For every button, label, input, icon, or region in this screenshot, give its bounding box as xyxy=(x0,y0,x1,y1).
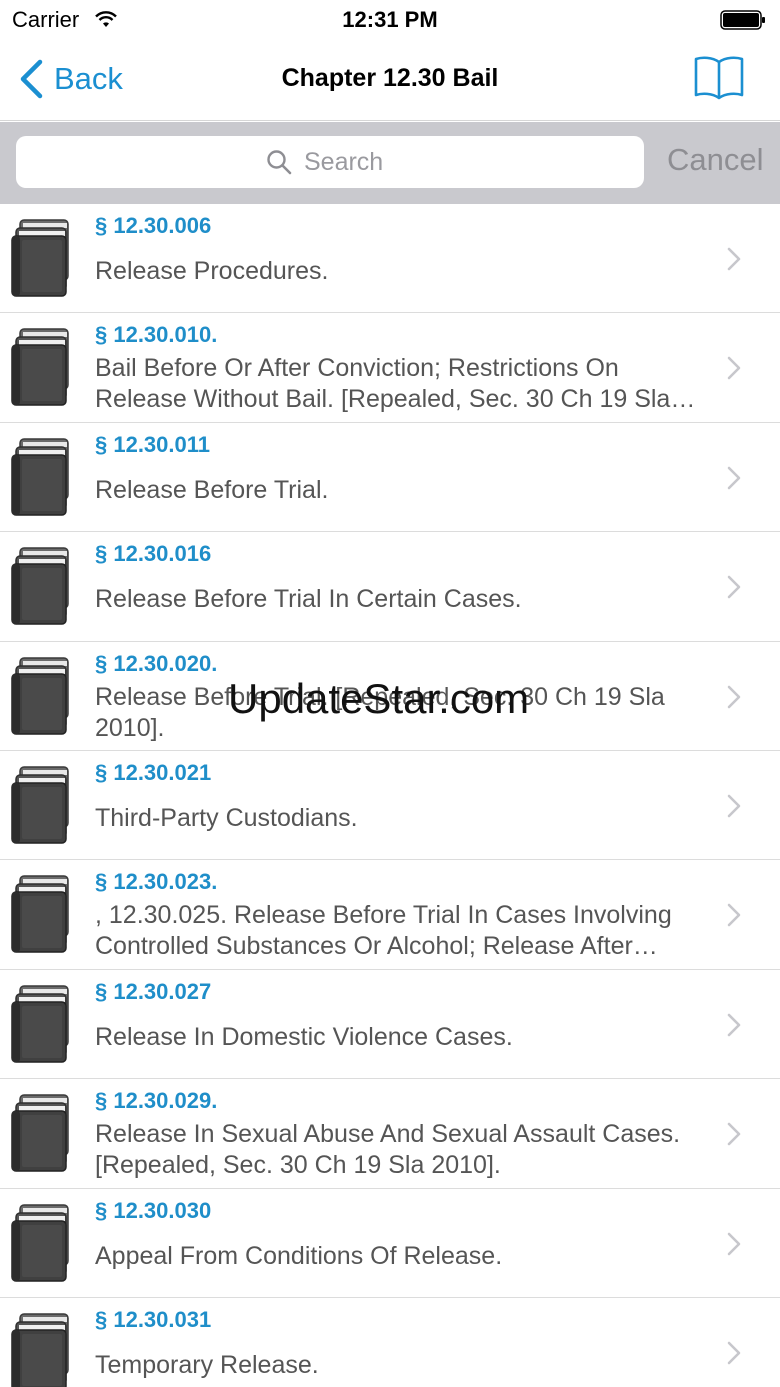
books-icon xyxy=(11,1203,69,1282)
list-item[interactable]: § 12.30.029. Release In Sexual Abuse And… xyxy=(0,1079,780,1189)
section-title: Release Before Trial. xyxy=(95,475,329,504)
navigation-bar: Back Chapter 12.30 Bail xyxy=(0,40,780,121)
list-item[interactable]: § 12.30.011 Release Before Trial. xyxy=(0,422,780,533)
search-field[interactable] xyxy=(16,136,644,188)
search-bar: Cancel xyxy=(0,122,780,204)
books-icon xyxy=(11,875,69,954)
cancel-button[interactable]: Cancel xyxy=(667,142,764,178)
section-list: § 12.30.006 Release Procedures. § 12.30.… xyxy=(0,204,780,1387)
chevron-right-icon xyxy=(727,1122,741,1146)
books-icon xyxy=(11,1094,69,1172)
book-icon[interactable] xyxy=(694,54,744,100)
list-item[interactable]: § 12.30.030 Appeal From Conditions Of Re… xyxy=(0,1188,780,1298)
clock-time: 12:31 PM xyxy=(342,7,438,32)
list-item[interactable]: § 12.30.023. , 12.30.025. Release Before… xyxy=(0,860,780,970)
section-title: Third-Party Custodians. xyxy=(95,803,358,832)
list-item[interactable]: § 12.30.031 Temporary Release. xyxy=(0,1297,780,1387)
chevron-right-icon xyxy=(727,794,741,818)
list-item[interactable]: § 12.30.020. Release Before Trial. [Repe… xyxy=(0,641,780,751)
chevron-right-icon xyxy=(727,357,741,380)
battery-icon xyxy=(720,10,765,30)
chevron-right-icon xyxy=(727,1232,741,1255)
section-number: § 12.30.027 xyxy=(95,978,212,1004)
section-title: Appeal From Conditions Of Release. xyxy=(95,1241,503,1270)
search-input[interactable] xyxy=(304,147,394,177)
section-number: § 12.30.029. xyxy=(95,1088,218,1114)
books-icon xyxy=(11,984,69,1063)
chevron-right-icon xyxy=(727,904,741,927)
books-icon xyxy=(11,656,69,735)
books-icon xyxy=(11,547,69,625)
section-number: § 12.30.023. xyxy=(95,869,218,895)
section-title: Temporary Release. xyxy=(95,1350,319,1379)
chevron-right-icon xyxy=(727,247,741,271)
books-icon xyxy=(11,328,69,407)
list-item[interactable]: § 12.30.027 Release In Domestic Violence… xyxy=(0,969,780,1080)
list-item[interactable]: § 12.30.016 Release Before Trial In Cert… xyxy=(0,532,780,642)
chevron-right-icon xyxy=(727,1013,741,1037)
books-icon xyxy=(11,766,69,844)
section-number: § 12.30.016 xyxy=(95,541,212,567)
section-number: § 12.30.020. xyxy=(95,650,218,676)
chevron-right-icon xyxy=(727,575,741,599)
section-title: Bail Before Or After Conviction; Restric… xyxy=(95,354,671,414)
list-item[interactable]: § 12.30.021 Third-Party Custodians. xyxy=(0,750,780,861)
search-icon xyxy=(267,150,292,175)
section-number: § 12.30.011 xyxy=(95,431,211,457)
chevron-right-icon xyxy=(727,685,741,708)
section-title: Release In Sexual Abuse And Sexual Assau… xyxy=(95,1120,681,1180)
books-icon xyxy=(11,219,69,297)
chevron-right-icon xyxy=(727,466,741,490)
chevron-right-icon xyxy=(727,1341,741,1365)
section-number: § 12.30.006 xyxy=(95,213,212,238)
section-number: § 12.30.030 xyxy=(95,1197,212,1223)
list-item[interactable]: § 12.30.006 Release Procedures. xyxy=(0,204,780,314)
section-title: Release Procedures. xyxy=(95,257,329,285)
books-icon xyxy=(11,1313,69,1387)
section-number: § 12.30.031 xyxy=(95,1306,212,1332)
section-number: § 12.30.021 xyxy=(95,759,212,785)
list-item[interactable]: § 12.30.010. Bail Before Or After Convic… xyxy=(0,313,780,423)
status-bar: Carrier 12:31 PM xyxy=(0,0,780,40)
books-icon xyxy=(11,438,69,516)
section-title: , 12.30.025. Release Before Trial In Cas… xyxy=(95,901,672,961)
page-title: Chapter 12.30 Bail xyxy=(281,64,499,92)
section-number: § 12.30.010. xyxy=(95,322,218,348)
section-title: Release Before Trial In Certain Cases. xyxy=(95,585,522,614)
section-title: Release In Domestic Violence Cases. xyxy=(95,1022,513,1051)
section-title: Release Before Trial. [Repealed, Sec. 30… xyxy=(95,682,665,742)
